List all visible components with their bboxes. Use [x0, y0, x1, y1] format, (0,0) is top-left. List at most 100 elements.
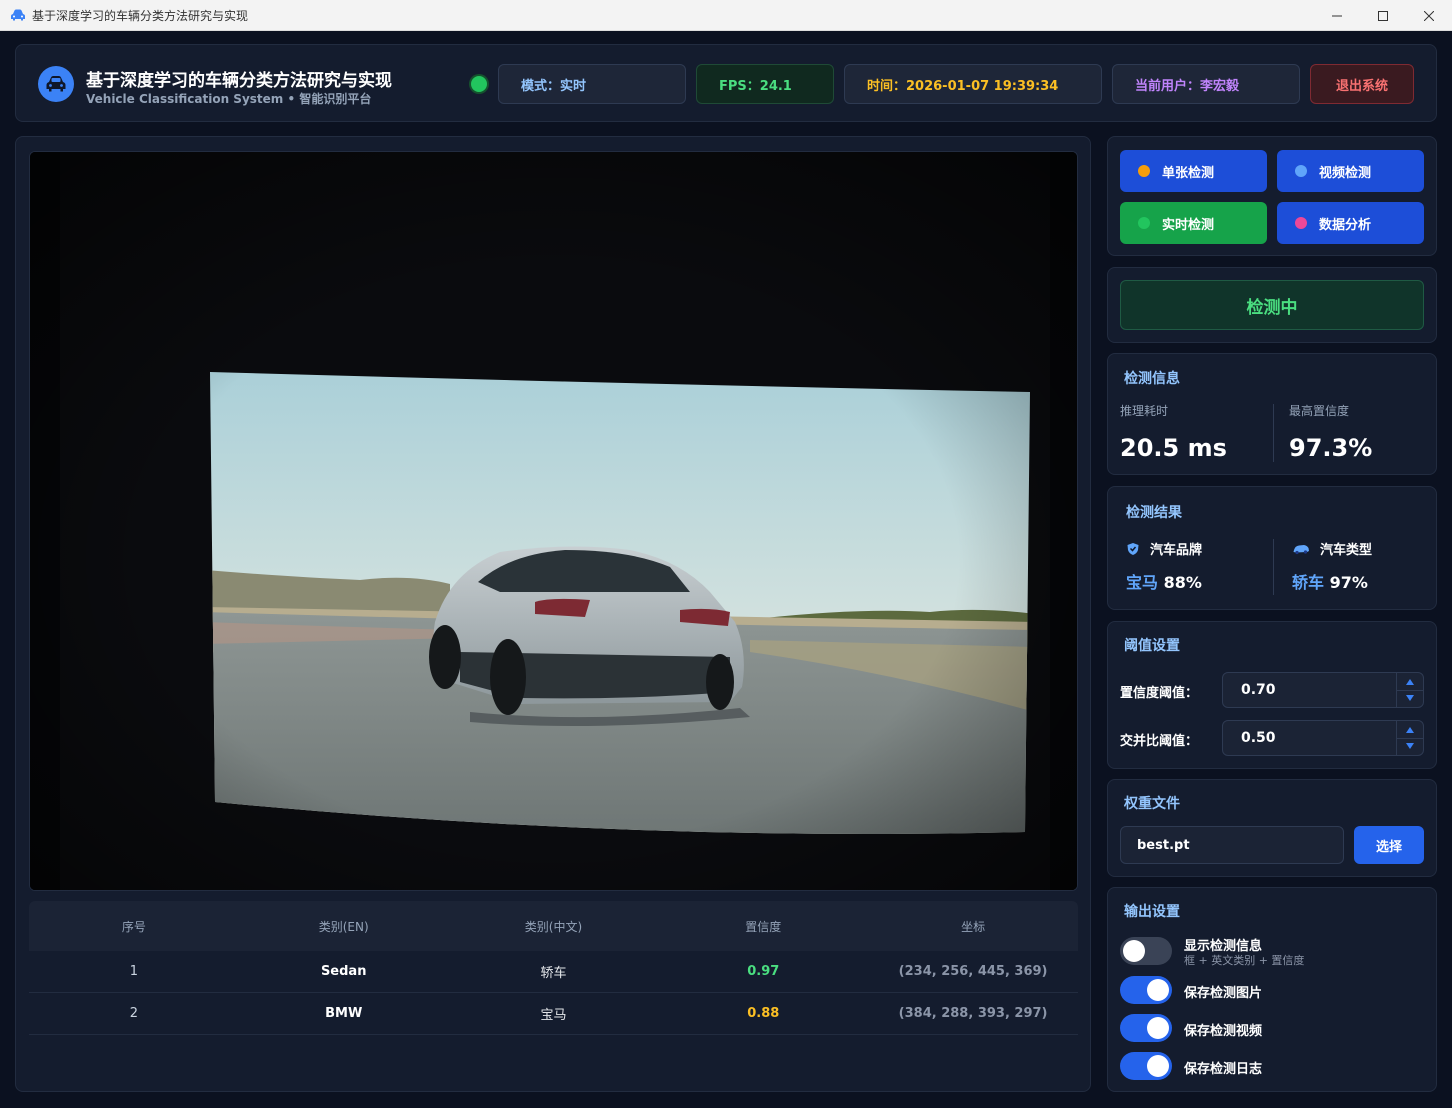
table-cell-confidence: 0.97 [747, 964, 780, 979]
confidence-threshold-label: 置信度阈值： [1120, 686, 1199, 701]
dot-icon [1138, 165, 1150, 177]
table-cell-coords: (384, 288, 393, 297) [898, 1006, 1048, 1021]
status-panel: 检测中 [1107, 267, 1437, 343]
threshold-panel: 阈值设置 置信度阈值： 0.70 交并比阈值： 0.50 [1107, 621, 1437, 769]
toggle-knob [1147, 979, 1169, 1001]
type-header: 汽车类型 [1292, 539, 1372, 558]
detecting-button[interactable]: 检测中 [1120, 280, 1424, 330]
save-video-label: 保存检测视频 [1184, 1024, 1263, 1039]
spin-arrows[interactable] [1396, 673, 1424, 707]
max-confidence-label: 最高置信度 [1289, 404, 1350, 418]
dot-icon [1295, 217, 1307, 229]
inference-time-value: 20.5 ms [1120, 434, 1227, 462]
chevron-down-icon[interactable] [1406, 743, 1414, 749]
type-percent: 97% [1329, 573, 1368, 592]
confidence-threshold-value: 0.70 [1241, 682, 1276, 698]
brand-header: 汽车品牌 [1126, 539, 1202, 558]
brand-value: 宝马 [1126, 573, 1159, 592]
dot-icon [1295, 165, 1307, 177]
table-cell-coords: (234, 256, 445, 369) [898, 964, 1048, 979]
app-title: 基于深度学习的车辆分类方法研究与实现 [86, 71, 392, 91]
mode-badge: 模式：实时 [498, 64, 686, 104]
divider [1273, 539, 1274, 595]
chevron-up-icon[interactable] [1406, 727, 1414, 733]
car-icon [46, 76, 66, 92]
badge-icon [1127, 542, 1139, 555]
video-detect-label: 视频检测 [1319, 165, 1372, 181]
table-row[interactable]: 1 Sedan 轿车 0.97 (234, 256, 445, 369) [29, 951, 1078, 993]
mode-panel: 单张检测 视频检测 实时检测 数据分析 [1107, 136, 1437, 256]
chevron-down-icon[interactable] [1406, 695, 1414, 701]
column-header: 坐标 [961, 919, 986, 934]
table-cell-class-en: Sedan [320, 964, 367, 979]
fps-badge: FPS：24.1 [696, 64, 834, 104]
choose-weights-button[interactable]: 选择 [1354, 826, 1424, 864]
logout-button[interactable]: 退出系统 [1310, 64, 1414, 104]
minimize-icon[interactable] [1314, 0, 1360, 31]
show-info-sublabel: 框 + 英文类别 + 置信度 [1184, 954, 1305, 967]
single-detect-label: 单张检测 [1162, 165, 1215, 181]
column-header: 类别(EN) [318, 919, 369, 934]
chevron-up-icon[interactable] [1406, 679, 1414, 685]
window-title: 基于深度学习的车辆分类方法研究与实现 [32, 8, 249, 23]
iou-threshold-label: 交并比阈值： [1120, 734, 1199, 749]
divider [1273, 404, 1274, 462]
divider [1397, 690, 1424, 691]
iou-threshold-spinbox[interactable]: 0.50 [1222, 720, 1424, 756]
time-badge: 时间：2026-01-07 19:39:34 [844, 64, 1102, 104]
threshold-title: 阈值设置 [1124, 638, 1180, 654]
detection-result-title: 检测结果 [1126, 505, 1182, 521]
app-logo [38, 66, 74, 102]
save-log-label: 保存检测日志 [1184, 1062, 1263, 1077]
result-table: 序号 类别(EN) 类别(中文) 置信度 坐标 1 Sedan 轿车 0.97 … [29, 901, 1078, 1035]
iou-threshold-value: 0.50 [1241, 730, 1276, 746]
type-label: 汽车类型 [1320, 543, 1373, 558]
confidence-threshold-spinbox[interactable]: 0.70 [1222, 672, 1424, 708]
show-info-toggle[interactable] [1120, 937, 1172, 965]
column-header: 置信度 [745, 919, 782, 934]
detection-info-title: 检测信息 [1124, 371, 1180, 387]
maximize-icon[interactable] [1360, 0, 1406, 31]
window-titlebar: 基于深度学习的车辆分类方法研究与实现 [0, 0, 1452, 31]
output-settings-title: 输出设置 [1124, 904, 1180, 920]
save-video-toggle[interactable] [1120, 1014, 1172, 1042]
table-cell-confidence: 0.88 [747, 1006, 780, 1021]
car-icon [11, 9, 25, 21]
single-detect-button[interactable]: 单张检测 [1120, 150, 1267, 192]
save-image-label: 保存检测图片 [1184, 986, 1263, 1001]
detection-info-panel: 检测信息 推理耗时 20.5 ms 最高置信度 97.3% [1107, 353, 1437, 475]
car-icon [1293, 544, 1309, 554]
table-row[interactable]: 2 BMW 宝马 0.88 (384, 288, 393, 297) [29, 993, 1078, 1035]
video-detect-button[interactable]: 视频检测 [1277, 150, 1424, 192]
max-confidence-value: 97.3% [1289, 434, 1373, 462]
column-header: 序号 [121, 919, 146, 934]
divider [1397, 738, 1424, 739]
table-cell-class-en: BMW [325, 1006, 363, 1021]
close-icon[interactable] [1406, 0, 1452, 31]
type-result: 轿车 97% [1292, 569, 1368, 593]
toggle-knob [1147, 1055, 1169, 1077]
realtime-detect-button[interactable]: 实时检测 [1120, 202, 1267, 244]
column-header: 类别(中文) [524, 919, 583, 934]
save-image-toggle[interactable] [1120, 976, 1172, 1004]
header-bar: 基于深度学习的车辆分类方法研究与实现 Vehicle Classificatio… [15, 44, 1437, 122]
toggle-knob [1123, 940, 1145, 962]
data-analysis-button[interactable]: 数据分析 [1277, 202, 1424, 244]
brand-percent: 88% [1163, 573, 1202, 592]
table-cell-class-cn: 宝马 [540, 1008, 567, 1023]
weights-panel: 权重文件 best.pt 选择 [1107, 779, 1437, 877]
brand-label: 汽车品牌 [1150, 543, 1203, 558]
brand-result: 宝马 88% [1126, 569, 1202, 593]
weights-title: 权重文件 [1124, 796, 1180, 812]
dot-icon [1138, 217, 1150, 229]
save-log-toggle[interactable] [1120, 1052, 1172, 1080]
camera-feed-image [30, 152, 1077, 890]
spin-arrows[interactable] [1396, 721, 1424, 755]
main-panel: 序号 类别(EN) 类别(中文) 置信度 坐标 1 Sedan 轿车 0.97 … [15, 136, 1091, 1092]
realtime-detect-label: 实时检测 [1162, 217, 1215, 233]
status-indicator [471, 76, 487, 92]
weights-file-field[interactable]: best.pt [1120, 826, 1344, 864]
detection-result-panel: 检测结果 汽车品牌 宝马 88% 汽车类型 轿车 97% [1107, 486, 1437, 610]
table-cell-index: 1 [129, 964, 139, 979]
output-settings-panel: 输出设置 显示检测信息 框 + 英文类别 + 置信度 保存检测图片 保存检测视频… [1107, 887, 1437, 1092]
